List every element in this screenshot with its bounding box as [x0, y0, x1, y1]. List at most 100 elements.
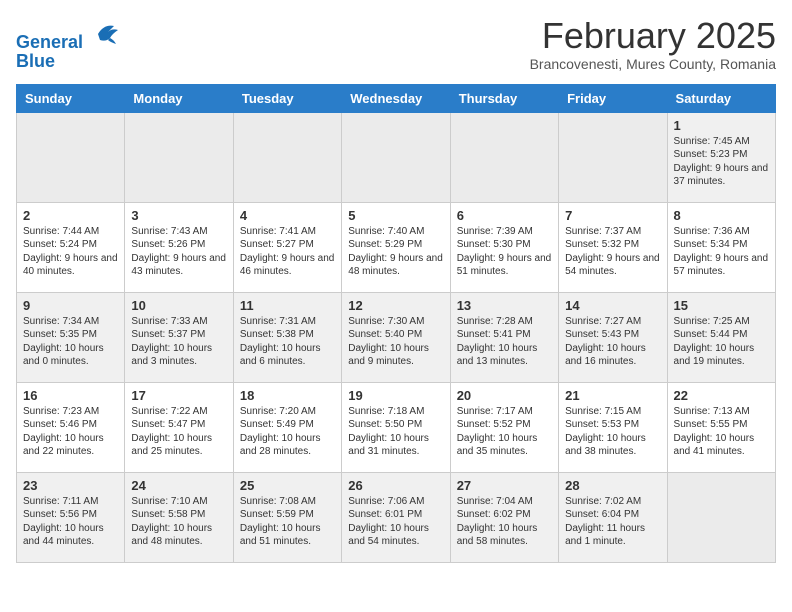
day-info: Sunrise: 7:11 AM Sunset: 5:56 PM Dayligh… [23, 495, 118, 549]
day-info: Sunrise: 7:18 AM Sunset: 5:50 PM Dayligh… [348, 405, 443, 459]
day-number: 17 [131, 388, 226, 403]
title-section: February 2025 Brancovenesti, Mures Count… [530, 16, 776, 72]
weekday-header-sunday: Sunday [17, 84, 125, 112]
calendar-day-cell: 16 Sunrise: 7:23 AM Sunset: 5:46 PM Dayli… [17, 382, 125, 472]
logo: General Blue [16, 20, 120, 72]
calendar-day-cell: 22 Sunrise: 7:13 AM Sunset: 5:55 PM Dayli… [667, 382, 775, 472]
calendar-day-cell: 27 Sunrise: 7:04 AM Sunset: 6:02 PM Dayli… [450, 472, 558, 562]
day-info: Sunrise: 7:22 AM Sunset: 5:47 PM Dayligh… [131, 405, 226, 459]
day-info: Sunrise: 7:17 AM Sunset: 5:52 PM Dayligh… [457, 405, 552, 459]
day-number: 14 [565, 298, 660, 313]
day-info: Sunrise: 7:34 AM Sunset: 5:35 PM Dayligh… [23, 315, 118, 369]
day-number: 5 [348, 208, 443, 223]
day-number: 12 [348, 298, 443, 313]
day-info: Sunrise: 7:23 AM Sunset: 5:46 PM Dayligh… [23, 405, 118, 459]
calendar-week-row: 1 Sunrise: 7:45 AM Sunset: 5:23 PM Daylig… [17, 112, 776, 202]
day-number: 19 [348, 388, 443, 403]
day-info: Sunrise: 7:45 AM Sunset: 5:23 PM Dayligh… [674, 135, 769, 189]
calendar-day-cell: 5 Sunrise: 7:40 AM Sunset: 5:29 PM Daylig… [342, 202, 450, 292]
day-info: Sunrise: 7:08 AM Sunset: 5:59 PM Dayligh… [240, 495, 335, 549]
day-number: 23 [23, 478, 118, 493]
calendar-day-cell: 26 Sunrise: 7:06 AM Sunset: 6:01 PM Dayli… [342, 472, 450, 562]
day-number: 3 [131, 208, 226, 223]
calendar-table: SundayMondayTuesdayWednesdayThursdayFrid… [16, 84, 776, 563]
day-number: 22 [674, 388, 769, 403]
day-info: Sunrise: 7:15 AM Sunset: 5:53 PM Dayligh… [565, 405, 660, 459]
day-number: 11 [240, 298, 335, 313]
day-number: 2 [23, 208, 118, 223]
day-number: 4 [240, 208, 335, 223]
day-number: 15 [674, 298, 769, 313]
calendar-day-cell: 25 Sunrise: 7:08 AM Sunset: 5:59 PM Dayli… [233, 472, 341, 562]
weekday-header-thursday: Thursday [450, 84, 558, 112]
day-number: 6 [457, 208, 552, 223]
calendar-day-cell: 21 Sunrise: 7:15 AM Sunset: 5:53 PM Dayli… [559, 382, 667, 472]
day-number: 9 [23, 298, 118, 313]
calendar-day-cell [125, 112, 233, 202]
calendar-day-cell: 6 Sunrise: 7:39 AM Sunset: 5:30 PM Daylig… [450, 202, 558, 292]
calendar-day-cell [342, 112, 450, 202]
calendar-day-cell: 11 Sunrise: 7:31 AM Sunset: 5:38 PM Dayli… [233, 292, 341, 382]
logo-blue: Blue [16, 51, 120, 72]
day-number: 18 [240, 388, 335, 403]
day-info: Sunrise: 7:37 AM Sunset: 5:32 PM Dayligh… [565, 225, 660, 279]
day-number: 8 [674, 208, 769, 223]
day-number: 25 [240, 478, 335, 493]
day-info: Sunrise: 7:20 AM Sunset: 5:49 PM Dayligh… [240, 405, 335, 459]
location-subtitle: Brancovenesti, Mures County, Romania [530, 56, 776, 72]
calendar-day-cell: 13 Sunrise: 7:28 AM Sunset: 5:41 PM Dayli… [450, 292, 558, 382]
day-info: Sunrise: 7:33 AM Sunset: 5:37 PM Dayligh… [131, 315, 226, 369]
calendar-day-cell: 8 Sunrise: 7:36 AM Sunset: 5:34 PM Daylig… [667, 202, 775, 292]
day-info: Sunrise: 7:27 AM Sunset: 5:43 PM Dayligh… [565, 315, 660, 369]
calendar-day-cell: 3Sunrise: 7:43 AM Sunset: 5:26 PM Daylig… [125, 202, 233, 292]
day-info: Sunrise: 7:04 AM Sunset: 6:02 PM Dayligh… [457, 495, 552, 549]
calendar-day-cell: 14 Sunrise: 7:27 AM Sunset: 5:43 PM Dayli… [559, 292, 667, 382]
day-number: 16 [23, 388, 118, 403]
day-info: Sunrise: 7:10 AM Sunset: 5:58 PM Dayligh… [131, 495, 226, 549]
calendar-day-cell: 23 Sunrise: 7:11 AM Sunset: 5:56 PM Dayli… [17, 472, 125, 562]
calendar-day-cell: 4 Sunrise: 7:41 AM Sunset: 5:27 PM Daylig… [233, 202, 341, 292]
logo-bird-icon [90, 20, 120, 48]
calendar-day-cell: 17 Sunrise: 7:22 AM Sunset: 5:47 PM Dayli… [125, 382, 233, 472]
day-number: 1 [674, 118, 769, 133]
day-info: Sunrise: 7:31 AM Sunset: 5:38 PM Dayligh… [240, 315, 335, 369]
calendar-day-cell: 19 Sunrise: 7:18 AM Sunset: 5:50 PM Dayli… [342, 382, 450, 472]
weekday-header-wednesday: Wednesday [342, 84, 450, 112]
weekday-header-tuesday: Tuesday [233, 84, 341, 112]
calendar-day-cell: 24 Sunrise: 7:10 AM Sunset: 5:58 PM Dayli… [125, 472, 233, 562]
day-info: Sunrise: 7:28 AM Sunset: 5:41 PM Dayligh… [457, 315, 552, 369]
calendar-day-cell: 9 Sunrise: 7:34 AM Sunset: 5:35 PM Daylig… [17, 292, 125, 382]
calendar-week-row: 16 Sunrise: 7:23 AM Sunset: 5:46 PM Dayli… [17, 382, 776, 472]
page-header: General Blue February 2025 Brancovenesti… [16, 16, 776, 72]
day-number: 7 [565, 208, 660, 223]
day-number: 26 [348, 478, 443, 493]
calendar-day-cell: 2Sunrise: 7:44 AM Sunset: 5:24 PM Daylig… [17, 202, 125, 292]
weekday-header-row: SundayMondayTuesdayWednesdayThursdayFrid… [17, 84, 776, 112]
day-info: Sunrise: 7:06 AM Sunset: 6:01 PM Dayligh… [348, 495, 443, 549]
day-info: Sunrise: 7:40 AM Sunset: 5:29 PM Dayligh… [348, 225, 443, 279]
day-info: Sunrise: 7:13 AM Sunset: 5:55 PM Dayligh… [674, 405, 769, 459]
day-number: 27 [457, 478, 552, 493]
calendar-week-row: 9 Sunrise: 7:34 AM Sunset: 5:35 PM Daylig… [17, 292, 776, 382]
day-info: Sunrise: 7:25 AM Sunset: 5:44 PM Dayligh… [674, 315, 769, 369]
calendar-day-cell: 15 Sunrise: 7:25 AM Sunset: 5:44 PM Dayli… [667, 292, 775, 382]
weekday-header-monday: Monday [125, 84, 233, 112]
day-number: 21 [565, 388, 660, 403]
day-info: Sunrise: 7:41 AM Sunset: 5:27 PM Dayligh… [240, 225, 335, 279]
day-info: Sunrise: 7:39 AM Sunset: 5:30 PM Dayligh… [457, 225, 552, 279]
calendar-day-cell: 18 Sunrise: 7:20 AM Sunset: 5:49 PM Dayli… [233, 382, 341, 472]
weekday-header-friday: Friday [559, 84, 667, 112]
calendar-day-cell [17, 112, 125, 202]
calendar-day-cell: 28 Sunrise: 7:02 AM Sunset: 6:04 PM Dayli… [559, 472, 667, 562]
day-number: 24 [131, 478, 226, 493]
day-info: Sunrise: 7:02 AM Sunset: 6:04 PM Dayligh… [565, 495, 660, 549]
calendar-week-row: 2Sunrise: 7:44 AM Sunset: 5:24 PM Daylig… [17, 202, 776, 292]
calendar-day-cell [667, 472, 775, 562]
day-number: 28 [565, 478, 660, 493]
day-info: Sunrise: 7:36 AM Sunset: 5:34 PM Dayligh… [674, 225, 769, 279]
day-info: Sunrise: 7:30 AM Sunset: 5:40 PM Dayligh… [348, 315, 443, 369]
day-number: 13 [457, 298, 552, 313]
calendar-day-cell: 10 Sunrise: 7:33 AM Sunset: 5:37 PM Dayli… [125, 292, 233, 382]
day-number: 10 [131, 298, 226, 313]
calendar-week-row: 23 Sunrise: 7:11 AM Sunset: 5:56 PM Dayli… [17, 472, 776, 562]
